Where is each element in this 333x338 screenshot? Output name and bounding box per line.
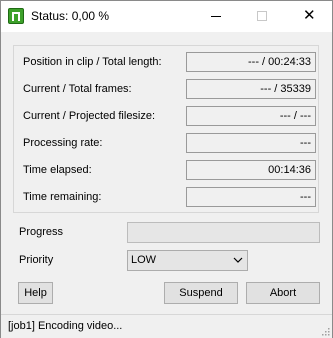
suspend-button[interactable]: Suspend <box>164 282 238 304</box>
progress-label: Progress <box>19 226 64 238</box>
processing-rate-label: Processing rate: <box>23 137 103 149</box>
frames-value: --- / 35339 <box>186 79 316 99</box>
app-icon[interactable] <box>8 8 24 24</box>
title-bar[interactable]: Status: 0,00 % ✕ <box>1 1 332 32</box>
minimize-icon <box>211 16 221 17</box>
status-window: Status: 0,00 % ✕ Position in clip / Tota… <box>0 0 333 338</box>
time-remaining-value: --- <box>186 187 316 207</box>
progress-bar <box>127 222 320 243</box>
resize-grip-icon[interactable] <box>320 326 330 336</box>
frames-label: Current / Total frames: <box>23 83 132 95</box>
close-icon: ✕ <box>303 6 316 24</box>
minimize-button[interactable] <box>193 1 239 32</box>
priority-label: Priority <box>19 254 54 266</box>
status-text: [job1] Encoding video... <box>8 320 123 332</box>
time-elapsed-value: 00:14:36 <box>186 160 316 180</box>
position-label: Position in clip / Total length: <box>23 56 162 68</box>
time-remaining-label: Time remaining: <box>23 191 102 203</box>
abort-button[interactable]: Abort <box>246 282 320 304</box>
maximize-button[interactable] <box>239 1 285 32</box>
close-button[interactable]: ✕ <box>286 1 332 32</box>
chevron-down-icon <box>233 257 243 263</box>
time-elapsed-label: Time elapsed: <box>23 164 92 176</box>
priority-select[interactable]: LOW <box>127 250 248 271</box>
status-bar: [job1] Encoding video... <box>1 314 332 338</box>
window-title: Status: 0,00 % <box>31 9 110 23</box>
help-button[interactable]: Help <box>18 282 53 304</box>
priority-selected-value: LOW <box>131 254 157 266</box>
filesize-value: --- / --- <box>186 106 316 126</box>
position-value: --- / 00:24:33 <box>186 52 316 72</box>
maximize-icon <box>257 11 267 21</box>
filesize-label: Current / Projected filesize: <box>23 110 156 122</box>
processing-rate-value: --- <box>186 133 316 153</box>
